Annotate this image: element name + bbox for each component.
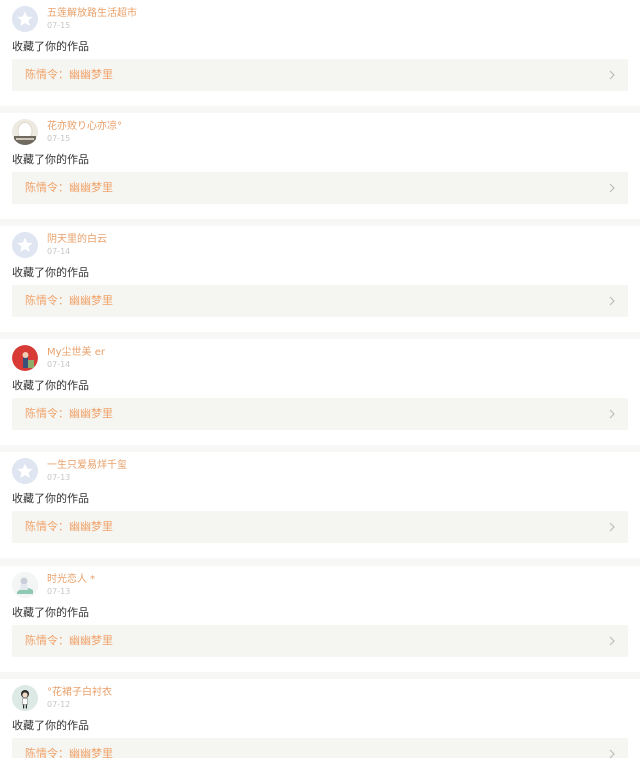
- username-link[interactable]: 五莲解放路生活超市: [47, 8, 137, 20]
- notification-date: 07-15: [47, 134, 71, 143]
- notification-date: 07-12: [47, 700, 71, 709]
- work-link[interactable]: 陈情令：幽幽梦里: [12, 59, 628, 91]
- notification-card: My尘世美 er 07-14 收藏了你的作品 陈情令：幽幽梦里: [0, 339, 640, 445]
- notification-card: 阴天里的白云 07-14 收藏了你的作品 陈情令：幽幽梦里: [0, 226, 640, 332]
- work-title: 陈情令：幽幽梦里: [25, 407, 113, 420]
- chevron-right-icon: [609, 636, 615, 646]
- username-link[interactable]: My尘世美 er: [47, 347, 105, 359]
- work-title: 陈情令：幽幽梦里: [25, 520, 113, 533]
- notification-date: 07-14: [47, 247, 71, 256]
- username-link[interactable]: 阴天里的白云: [47, 234, 107, 246]
- notification-date: 07-13: [47, 473, 71, 482]
- default-star-avatar-icon[interactable]: [12, 458, 38, 484]
- chevron-right-icon: [609, 183, 615, 193]
- notification-date: 07-13: [47, 587, 71, 596]
- chevron-right-icon: [609, 749, 615, 758]
- notification-card: 时光恋人 * 07-13 收藏了你的作品 陈情令：幽幽梦里: [0, 566, 640, 672]
- username-link[interactable]: 时光恋人 *: [47, 574, 95, 586]
- username-link[interactable]: 花亦败り心亦凉°: [47, 121, 122, 133]
- chevron-right-icon: [609, 409, 615, 419]
- notification-action-text: 收藏了你的作品: [12, 40, 89, 53]
- notification-action-text: 收藏了你的作品: [12, 719, 89, 732]
- work-link[interactable]: 陈情令：幽幽梦里: [12, 625, 628, 657]
- notification-date: 07-14: [47, 360, 71, 369]
- work-link[interactable]: 陈情令：幽幽梦里: [12, 738, 628, 758]
- chevron-right-icon: [609, 296, 615, 306]
- work-title: 陈情令：幽幽梦里: [25, 294, 113, 307]
- chevron-right-icon: [609, 522, 615, 532]
- notification-action-text: 收藏了你的作品: [12, 153, 89, 166]
- notification-action-text: 收藏了你的作品: [12, 266, 89, 279]
- notification-action-text: 收藏了你的作品: [12, 492, 89, 505]
- work-link[interactable]: 陈情令：幽幽梦里: [12, 172, 628, 204]
- notification-card: °花裙子白衬衣 07-12 收藏了你的作品 陈情令：幽幽梦里: [0, 679, 640, 758]
- work-title: 陈情令：幽幽梦里: [25, 634, 113, 647]
- notification-card: 一生只爱易烊千玺 07-13 收藏了你的作品 陈情令：幽幽梦里: [0, 452, 640, 558]
- notification-feed: 五莲解放路生活超市 07-15 收藏了你的作品 陈情令：幽幽梦里 花亦败り心亦凉…: [0, 0, 640, 758]
- default-star-avatar-icon[interactable]: [12, 6, 38, 32]
- username-link[interactable]: °花裙子白衬衣: [47, 687, 112, 699]
- notification-action-text: 收藏了你的作品: [12, 379, 89, 392]
- default-star-avatar-icon[interactable]: [12, 232, 38, 258]
- white-egg-avatar-icon[interactable]: [12, 119, 38, 145]
- username-link[interactable]: 一生只爱易烊千玺: [47, 460, 127, 472]
- cartoon-girl-avatar-icon[interactable]: [12, 685, 38, 711]
- anime-girl-avatar-icon[interactable]: [12, 572, 38, 598]
- work-link[interactable]: 陈情令：幽幽梦里: [12, 398, 628, 430]
- work-link[interactable]: 陈情令：幽幽梦里: [12, 285, 628, 317]
- notification-card: 花亦败り心亦凉° 07-15 收藏了你的作品 陈情令：幽幽梦里: [0, 113, 640, 219]
- work-title: 陈情令：幽幽梦里: [25, 181, 113, 194]
- work-link[interactable]: 陈情令：幽幽梦里: [12, 511, 628, 543]
- work-title: 陈情令：幽幽梦里: [25, 68, 113, 81]
- notification-date: 07-15: [47, 21, 71, 30]
- red-photo-avatar-icon[interactable]: [12, 345, 38, 371]
- chevron-right-icon: [609, 70, 615, 80]
- notification-action-text: 收藏了你的作品: [12, 606, 89, 619]
- work-title: 陈情令：幽幽梦里: [25, 747, 113, 758]
- notification-card: 五莲解放路生活超市 07-15 收藏了你的作品 陈情令：幽幽梦里: [0, 0, 640, 106]
